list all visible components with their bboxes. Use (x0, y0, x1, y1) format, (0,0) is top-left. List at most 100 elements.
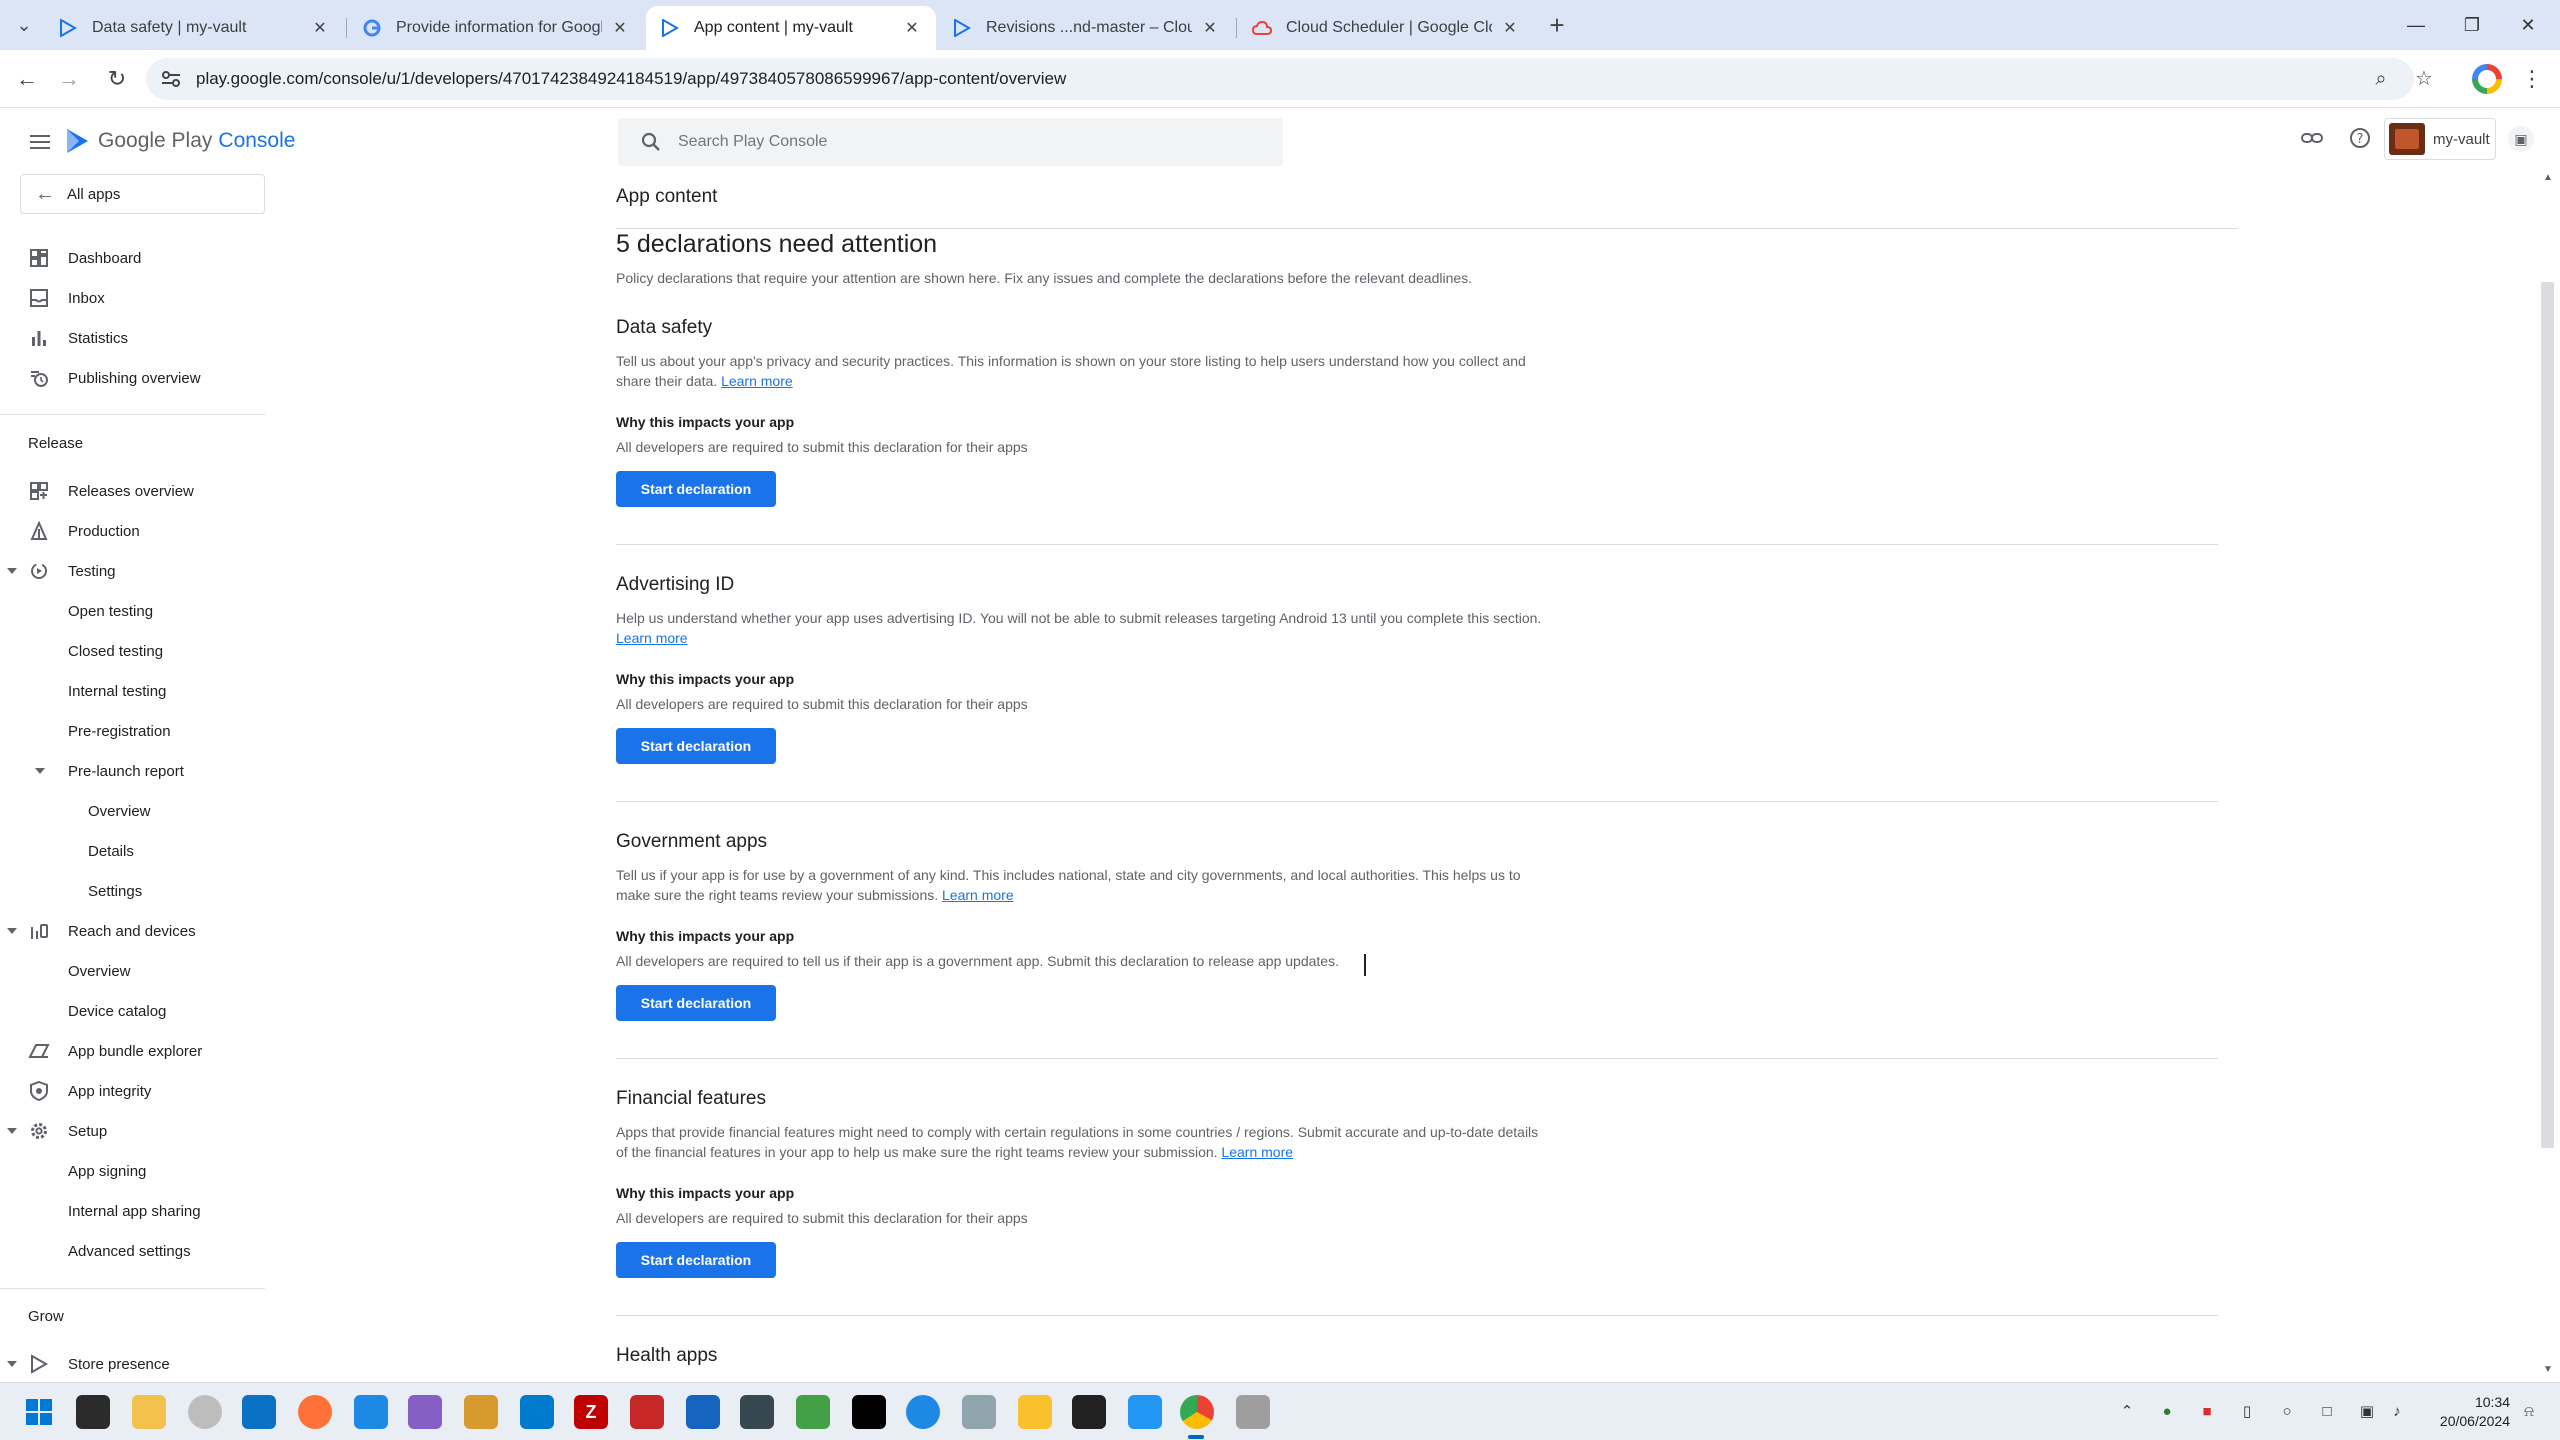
sidebar-item-releases-overview[interactable]: Releases overview (0, 473, 265, 509)
zoom-icon[interactable]: ⌕ (2370, 68, 2392, 90)
tray-app-icon[interactable]: ○ (2276, 1401, 2298, 1423)
sidebar-item-pre-launch-overview[interactable]: Overview (0, 793, 265, 829)
visual-studio-icon[interactable] (408, 1395, 442, 1429)
pinned-app-icon[interactable] (464, 1395, 498, 1429)
learn-more-link[interactable]: Learn more (721, 373, 793, 389)
minimize-button[interactable]: — (2396, 10, 2436, 40)
sidebar-item-closed-testing[interactable]: Closed testing (0, 633, 265, 669)
system-clock[interactable]: 10:34 20/06/2024 (2420, 1393, 2510, 1431)
chrome-profile-icon[interactable] (2472, 64, 2502, 94)
sidebar-item-app-signing[interactable]: App signing (0, 1153, 265, 1189)
sidebar-item-dashboard[interactable]: Dashboard (0, 240, 265, 276)
google-play-console-logo[interactable]: Google Play Console (66, 128, 295, 154)
scrollbar-thumb[interactable] (2541, 282, 2554, 1148)
start-declaration-button[interactable]: Start declaration (616, 471, 776, 507)
browser-tab-data-safety[interactable]: Data safety | my-vault ✕ (44, 6, 344, 50)
browser-tab-app-content[interactable]: App content | my-vault ✕ (646, 6, 936, 50)
task-view-icon[interactable] (76, 1395, 110, 1429)
start-declaration-button[interactable]: Start declaration (616, 1242, 776, 1278)
windows-start-icon[interactable] (22, 1395, 56, 1429)
network-icon[interactable]: ▣ (2356, 1401, 2378, 1423)
help-icon[interactable]: ? (2346, 126, 2374, 154)
tray-app-icon[interactable]: ● (2156, 1401, 2178, 1423)
back-button[interactable]: ← (12, 64, 42, 94)
volume-icon[interactable]: ♪ (2386, 1401, 2408, 1423)
reload-button[interactable]: ↻ (102, 64, 132, 94)
learn-more-link[interactable]: Learn more (1221, 1144, 1293, 1160)
pinned-app-icon[interactable] (242, 1395, 276, 1429)
close-icon[interactable]: ✕ (1500, 18, 1520, 38)
hamburger-menu-icon[interactable] (28, 130, 52, 154)
browser-tab-revisions[interactable]: Revisions ...nd-master – Cloud ✕ (938, 6, 1234, 50)
sidebar-item-app-bundle-explorer[interactable]: App bundle explorer (0, 1033, 265, 1069)
bookmark-star-icon[interactable]: ☆ (2413, 68, 2435, 90)
notification-bell-icon[interactable]: ⍾ (2518, 1401, 2540, 1423)
sidebar-item-setup[interactable]: Setup (0, 1113, 265, 1149)
browser-tab-provide-info[interactable]: Provide information for Google ✕ (348, 6, 644, 50)
scroll-up-arrow-icon[interactable]: ▲ (2540, 172, 2556, 186)
sidebar-item-open-testing[interactable]: Open testing (0, 593, 265, 629)
briefcase-icon[interactable]: ▣ (2508, 126, 2534, 152)
learn-more-link[interactable]: Learn more (942, 887, 1014, 903)
chrome-icon[interactable] (1180, 1395, 1214, 1429)
sidebar-item-store-presence[interactable]: Store presence (0, 1346, 265, 1382)
sidebar-item-internal-testing[interactable]: Internal testing (0, 673, 265, 709)
close-icon[interactable]: ✕ (1200, 18, 1220, 38)
sidebar-item-pre-launch-settings[interactable]: Settings (0, 873, 265, 909)
sidebar-item-pre-registration[interactable]: Pre-registration (0, 713, 265, 749)
pinned-app-icon[interactable] (686, 1395, 720, 1429)
account-switcher[interactable]: my-vault (2384, 118, 2496, 160)
pinned-app-icon[interactable] (1018, 1395, 1052, 1429)
sidebar-item-reach-overview[interactable]: Overview (0, 953, 265, 989)
vscode-icon[interactable] (520, 1395, 554, 1429)
tray-app-icon[interactable]: ▯ (2236, 1401, 2258, 1423)
pinned-app-icon[interactable] (1236, 1395, 1270, 1429)
tray-chevron-icon[interactable]: ⌃ (2116, 1401, 2138, 1423)
expand-caret-icon[interactable] (34, 765, 46, 777)
learn-more-link[interactable]: Learn more (616, 630, 688, 646)
terminal-icon[interactable] (1072, 1395, 1106, 1429)
pinned-app-icon[interactable] (354, 1395, 388, 1429)
expand-caret-icon[interactable] (6, 925, 18, 937)
filezilla-icon[interactable]: Z (574, 1395, 608, 1429)
pinned-app-icon[interactable] (1128, 1395, 1162, 1429)
sidebar-item-production[interactable]: Production (0, 513, 265, 549)
link-icon[interactable] (2298, 126, 2326, 154)
sidebar-item-inbox[interactable]: Inbox (0, 280, 265, 316)
expand-caret-icon[interactable] (6, 1125, 18, 1137)
sidebar-item-advanced-settings[interactable]: Advanced settings (0, 1233, 265, 1269)
close-icon[interactable]: ✕ (610, 18, 630, 38)
file-explorer-icon[interactable] (132, 1395, 166, 1429)
browser-tab-cloud-scheduler[interactable]: Cloud Scheduler | Google Clo ✕ (1238, 6, 1534, 50)
pinned-app-icon[interactable] (188, 1395, 222, 1429)
sidebar-item-pre-launch-details[interactable]: Details (0, 833, 265, 869)
site-info-icon[interactable] (160, 69, 182, 89)
expand-caret-icon[interactable] (6, 565, 18, 577)
forward-button[interactable]: → (54, 64, 84, 94)
close-icon[interactable]: ✕ (902, 18, 922, 38)
tray-app-icon[interactable]: □ (2316, 1401, 2338, 1423)
tray-app-icon[interactable]: ■ (2196, 1401, 2218, 1423)
address-bar[interactable]: play.google.com/console/u/1/developers/4… (146, 58, 2414, 100)
start-declaration-button[interactable]: Start declaration (616, 728, 776, 764)
pinned-app-icon[interactable] (852, 1395, 886, 1429)
browser-menu-icon[interactable]: ⋮ (2520, 64, 2544, 94)
sidebar-item-statistics[interactable]: Statistics (0, 320, 265, 356)
window-close-button[interactable]: ✕ (2508, 10, 2548, 40)
all-apps-button[interactable]: ← All apps (20, 174, 265, 214)
pinned-app-icon[interactable] (630, 1395, 664, 1429)
sidebar-item-app-integrity[interactable]: App integrity (0, 1073, 265, 1109)
expand-caret-icon[interactable] (6, 1358, 18, 1370)
sidebar-item-internal-app-sharing[interactable]: Internal app sharing (0, 1193, 265, 1229)
new-tab-button[interactable]: + (1543, 12, 1571, 40)
pinned-app-icon[interactable] (796, 1395, 830, 1429)
sidebar-item-publishing-overview[interactable]: Publishing overview (0, 360, 265, 396)
pinned-app-icon[interactable] (962, 1395, 996, 1429)
restore-button[interactable]: ❐ (2452, 10, 2492, 40)
close-icon[interactable]: ✕ (310, 18, 330, 38)
pinned-app-icon[interactable] (906, 1395, 940, 1429)
search-input[interactable] (678, 118, 1268, 166)
sidebar-item-reach-and-devices[interactable]: Reach and devices (0, 913, 265, 949)
firefox-icon[interactable] (298, 1395, 332, 1429)
scroll-down-arrow-icon[interactable]: ▼ (2540, 1364, 2556, 1378)
